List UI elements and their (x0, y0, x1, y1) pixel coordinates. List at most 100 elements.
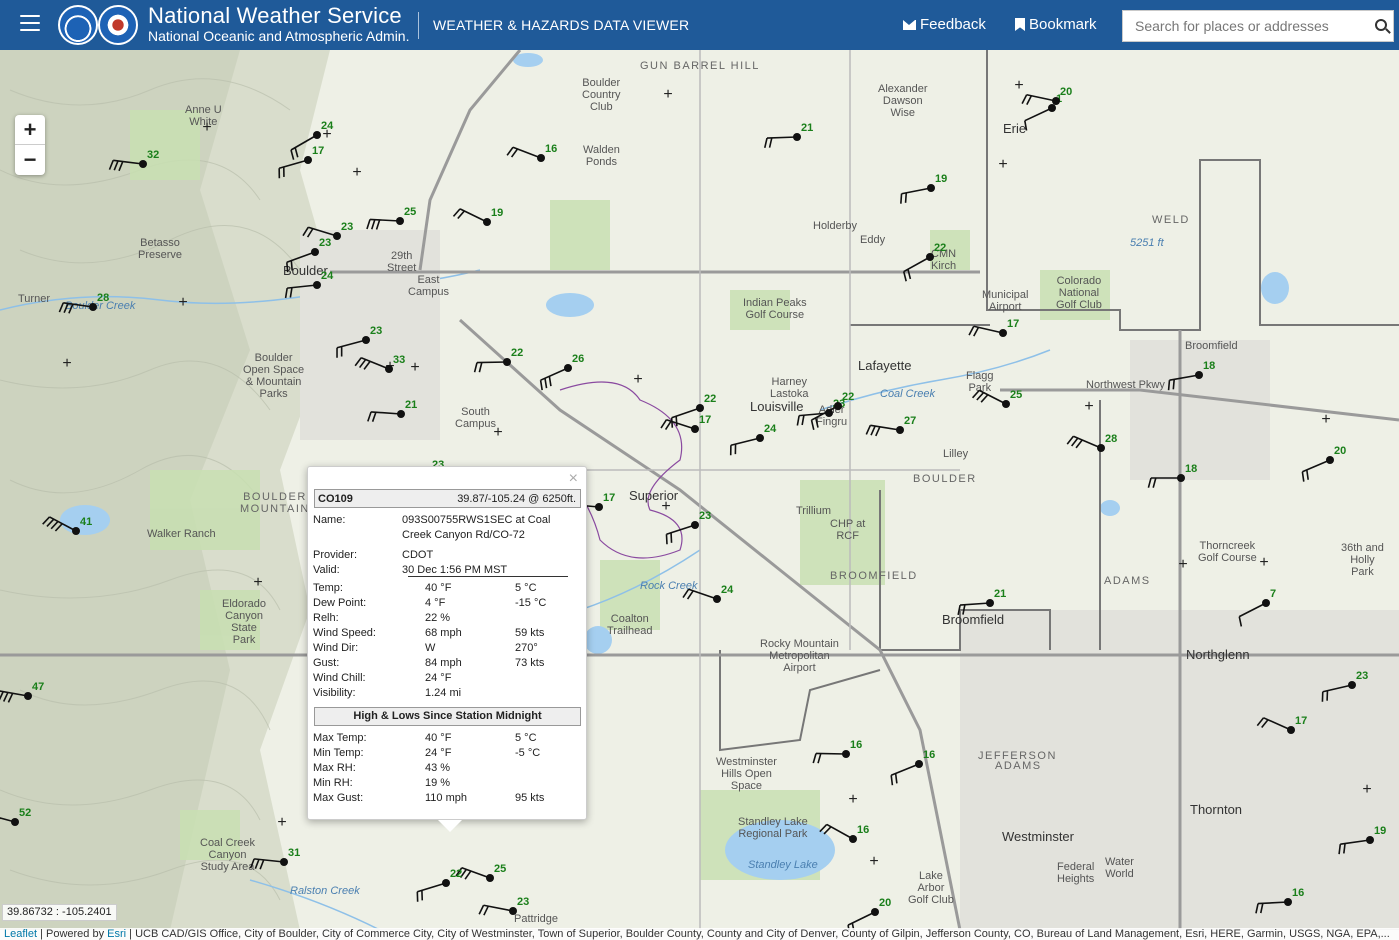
leaflet-link[interactable]: Leaflet (4, 928, 37, 940)
station-marker[interactable] (396, 217, 404, 225)
station-marker[interactable] (915, 760, 923, 768)
station-marker[interactable] (986, 599, 994, 607)
station-marker[interactable] (139, 160, 147, 168)
station-marker[interactable] (509, 907, 517, 915)
station-marker[interactable] (486, 874, 494, 882)
station-wind-speed: 22 (450, 868, 463, 880)
station-wind-speed: 17 (1007, 318, 1020, 330)
station-marker[interactable] (280, 858, 288, 866)
popup-close-button[interactable]: × (569, 470, 578, 488)
zoom-in-button[interactable]: + (15, 115, 45, 145)
station-marker[interactable] (362, 336, 370, 344)
station-marker[interactable] (825, 409, 833, 417)
wind-barb (1256, 717, 1292, 731)
station-marker[interactable] (503, 358, 511, 366)
station-marker[interactable] (756, 434, 764, 442)
observation-row: Wind Speed: 68 mph 59 kts (313, 626, 583, 641)
app-header: National Weather Service National Oceani… (0, 0, 1399, 50)
station-marker[interactable] (896, 426, 904, 434)
station-marker[interactable] (1262, 599, 1270, 607)
observation-label: Wind Dir: (313, 642, 359, 654)
station-marker[interactable] (1287, 726, 1295, 734)
station-marker[interactable] (834, 402, 842, 410)
bookmark-button[interactable]: Bookmark (1015, 16, 1097, 33)
station-marker[interactable] (564, 364, 572, 372)
station-wind-speed: 24 (764, 423, 777, 435)
search-icon[interactable] (1375, 19, 1387, 31)
station-wind-speed: 27 (904, 415, 917, 427)
wind-barb (865, 424, 901, 437)
wind-barb (1338, 839, 1371, 855)
station-marker[interactable] (11, 818, 19, 826)
station-marker[interactable] (691, 425, 699, 433)
observation-value: 84 mph (425, 657, 462, 669)
wind-barb (1066, 435, 1102, 449)
station-marker[interactable] (1195, 371, 1203, 379)
wind-barb (286, 251, 316, 273)
esri-link[interactable]: Esri (107, 928, 126, 940)
info-key: Provider: (313, 549, 358, 561)
map-canvas[interactable]: GUN BARREL HILL Boulder Country Club Anne UW… (0, 50, 1399, 930)
wind-barb (1147, 477, 1181, 488)
station-wind-speed: 24 (321, 270, 334, 282)
observation-row: Visibility: 1.24 mi (313, 686, 583, 701)
station-wind-speed: 22 (934, 242, 947, 254)
info-row: Name: 093S00755RWS1SEC at Coal Creek Cany… (313, 513, 583, 545)
station-marker[interactable] (1284, 898, 1292, 906)
station-wind-speed: 19 (1374, 825, 1387, 837)
station-marker[interactable] (927, 184, 935, 192)
station-marker[interactable] (311, 248, 319, 256)
station-marker[interactable] (333, 232, 341, 240)
wind-barb (416, 882, 447, 902)
station-marker[interactable] (442, 879, 450, 887)
station-marker[interactable] (871, 908, 879, 916)
brand-title[interactable]: National Weather Service (148, 3, 402, 29)
station-marker[interactable] (842, 750, 850, 758)
wind-barb (729, 437, 761, 456)
station-marker[interactable] (1002, 400, 1010, 408)
station-wind-speed: 23 (699, 510, 712, 522)
station-marker[interactable] (696, 404, 704, 412)
station-marker[interactable] (304, 156, 312, 164)
station-marker[interactable] (1177, 474, 1185, 482)
station-wind-speed: 26 (572, 353, 585, 365)
nws-logo[interactable] (98, 5, 138, 45)
station-marker[interactable] (483, 218, 491, 226)
station-marker[interactable] (24, 692, 32, 700)
station-marker[interactable] (1048, 104, 1056, 112)
station-marker[interactable] (1326, 456, 1334, 464)
station-marker[interactable] (1052, 97, 1060, 105)
station-marker[interactable] (595, 503, 603, 511)
station-marker[interactable] (397, 410, 405, 418)
menu-icon[interactable] (20, 15, 40, 33)
station-marker[interactable] (1366, 836, 1374, 844)
zoom-out-button[interactable]: − (15, 145, 45, 175)
station-marker[interactable] (72, 527, 80, 535)
station-marker[interactable] (313, 281, 321, 289)
observation-value: 5 °C (515, 732, 537, 744)
station-marker[interactable] (313, 131, 321, 139)
observation-label: Max RH: (313, 762, 356, 774)
bookmark-label: Bookmark (1029, 16, 1097, 33)
feedback-button[interactable]: Feedback (903, 16, 986, 33)
station-marker[interactable] (691, 521, 699, 529)
station-marker[interactable] (793, 133, 801, 141)
noaa-logo[interactable] (58, 5, 98, 45)
station-id: CO109 (318, 493, 353, 505)
station-marker[interactable] (999, 329, 1007, 337)
station-marker[interactable] (537, 154, 545, 162)
station-marker[interactable] (849, 835, 857, 843)
brand-subtitle[interactable]: National Oceanic and Atmospheric Admin. (148, 28, 409, 44)
station-marker[interactable] (713, 595, 721, 603)
observation-value: 43 % (425, 762, 451, 774)
station-marker[interactable] (926, 253, 934, 261)
station-marker[interactable] (385, 365, 393, 373)
wind-barb (1167, 374, 1200, 391)
station-marker[interactable] (89, 303, 97, 311)
cursor-coordinates: 39.86732 : -105.2401 (2, 904, 117, 921)
station-marker[interactable] (1348, 681, 1356, 689)
map-attribution: Leaflet | Powered by Esri | UCB CAD/GIS … (0, 928, 1399, 940)
search-input[interactable] (1123, 11, 1358, 41)
station-marker[interactable] (1097, 444, 1105, 452)
observation-value: 24 °F (425, 747, 452, 759)
